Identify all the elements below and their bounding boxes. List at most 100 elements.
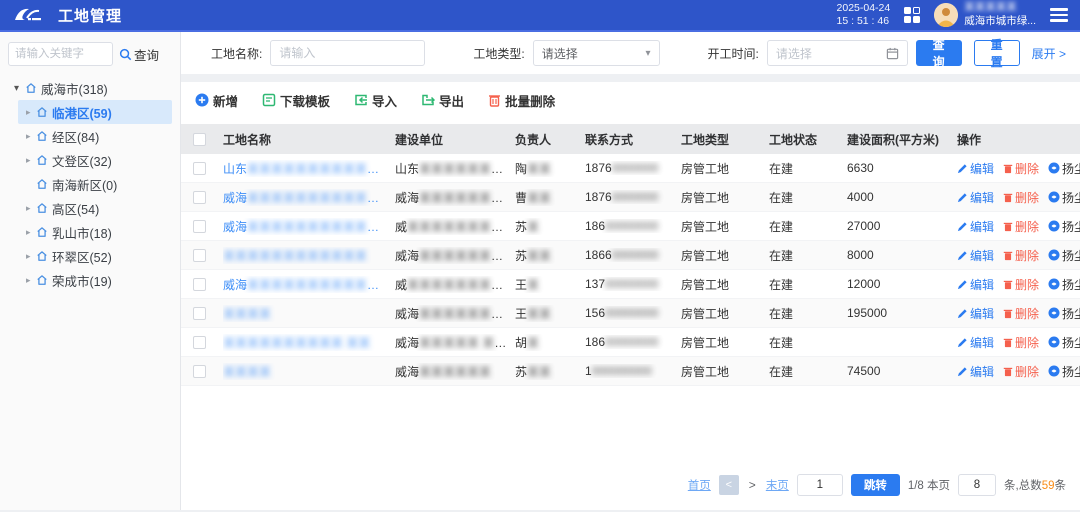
dust-button[interactable]: 扬尘 [1048,305,1080,322]
tree-node[interactable]: 威海市(318) [8,76,172,100]
site-name-link[interactable]: 威海某某某某某某某某某某某某某某 [223,276,395,293]
page-number-input[interactable] [797,474,843,496]
dust-button[interactable]: 扬尘 [1048,276,1080,293]
tree-node[interactable]: 文登区(32) [18,148,172,172]
delete-button[interactable]: 删除 [1003,189,1039,206]
row-checkbox[interactable] [193,365,206,378]
row-checkbox[interactable] [193,278,206,291]
prev-page-button[interactable]: < [719,475,739,495]
status-cell: 在建 [769,363,847,380]
status-cell: 在建 [769,276,847,293]
first-page-link[interactable]: 首页 [688,477,711,493]
calendar-icon [886,47,899,60]
table-row: 威海某某某某某某某某某某某某某某 威海某某某某某某某某有限公司 曹某某 1876… [181,183,1080,212]
area-cell: 6630 [847,161,957,175]
edit-button[interactable]: 编辑 [957,305,994,322]
build-unit-cell: 威海某某某某某 某某某 [395,334,515,351]
dust-button[interactable]: 扬尘 [1048,363,1080,380]
type-cell: 房管工地 [681,189,769,206]
phone-cell: 18600000000 [585,335,681,349]
expand-filters-link[interactable]: 展开 > [1032,45,1066,62]
current-date: 2025-04-24 [837,2,891,15]
edit-button[interactable]: 编辑 [957,218,994,235]
current-time: 15 : 51 : 46 [837,15,891,28]
tree-node[interactable]: 经区(84) [18,124,172,148]
table-row: 某某某某某某某某某某某某 威海某某某某某某某某工程 苏某某 1866000000… [181,241,1080,270]
dust-button[interactable]: 扬尘 [1048,334,1080,351]
edit-button[interactable]: 编辑 [957,160,994,177]
site-name-link[interactable]: 威海某某某某某某某某某某某某某 [223,218,395,235]
row-checkbox[interactable] [193,191,206,204]
filter-search-button[interactable]: 查询 [916,40,962,66]
dust-button[interactable]: 扬尘 [1048,189,1080,206]
site-name-link[interactable]: 某某某某某某某某某某某某 [223,247,395,264]
dust-button[interactable]: 扬尘 [1048,247,1080,264]
tree-node[interactable]: 环翠区(52) [18,244,172,268]
row-checkbox[interactable] [193,220,206,233]
row-checkbox[interactable] [193,162,206,175]
add-button[interactable]: 新增 [195,91,238,110]
avatar[interactable] [934,3,958,27]
user-info[interactable]: 某某某某某 威海市城市绿... [964,1,1036,28]
site-name-link[interactable]: 某某某某某某某某某某 某某 [223,334,395,351]
site-name-link[interactable]: 某某某某 [223,305,395,322]
last-page-link[interactable]: 末页 [766,477,789,493]
delete-button[interactable]: 删除 [1003,160,1039,177]
delete-button[interactable]: 删除 [1003,334,1039,351]
delete-button[interactable]: 删除 [1003,218,1039,235]
download-template-button[interactable]: 下载模板 [262,91,330,110]
next-page-button[interactable]: > [747,478,758,492]
row-checkbox[interactable] [193,249,206,262]
import-button[interactable]: 导入 [354,91,397,110]
apps-grid-icon[interactable] [904,7,920,23]
row-checkbox[interactable] [193,336,206,349]
edit-button[interactable]: 编辑 [957,363,994,380]
site-type-select[interactable]: 请选择 ▾ [533,40,660,66]
site-name-link[interactable]: 山东某某某某某某某某某某某某工程 [223,160,395,177]
row-checkbox[interactable] [193,307,206,320]
table-row: 某某某某 威海某某某某某某某公司 王某某 15600000000 房管工地 在建… [181,299,1080,328]
dust-button[interactable]: 扬尘 [1048,218,1080,235]
menu-hamburger-icon[interactable] [1050,8,1068,21]
page-size-input[interactable] [958,474,996,496]
edit-button[interactable]: 编辑 [957,276,994,293]
status-cell: 在建 [769,189,847,206]
tree-node[interactable]: 高区(54) [18,196,172,220]
site-name-input[interactable] [270,40,425,66]
delete-button[interactable]: 删除 [1003,247,1039,264]
export-button[interactable]: 导出 [421,91,464,110]
type-cell: 房管工地 [681,363,769,380]
tree-node-label: 环翠区(52) [52,247,112,266]
tree-node[interactable]: 南海新区(0) [18,172,172,196]
sidebar-search-button[interactable]: 查询 [119,45,159,64]
site-name-link[interactable]: 某某某某 [223,363,395,380]
batch-delete-button[interactable]: 批量删除 [488,91,555,110]
tree-node[interactable]: 荣成市(19) [18,268,172,292]
delete-button[interactable]: 删除 [1003,363,1039,380]
dust-button[interactable]: 扬尘 [1048,160,1080,177]
trash-icon [1003,163,1013,174]
tree-node[interactable]: 临港区(59) [18,100,172,124]
edit-button[interactable]: 编辑 [957,247,994,264]
start-date-label: 开工时间: [708,45,759,62]
status-cell: 在建 [769,305,847,322]
import-icon [354,93,368,107]
home-icon [36,130,48,142]
area-cell: 8000 [847,248,957,262]
jump-button[interactable]: 跳转 [851,474,900,496]
table-row: 某某某某 威海某某某某某某 苏某某 1000000000 房管工地 在建 745… [181,357,1080,386]
site-name-link[interactable]: 威海某某某某某某某某某某某某某某 [223,189,395,206]
start-date-picker[interactable]: 请选择 [767,40,908,66]
pencil-icon [957,337,968,348]
select-all-checkbox[interactable] [193,133,206,146]
edit-button[interactable]: 编辑 [957,334,994,351]
delete-button[interactable]: 删除 [1003,305,1039,322]
pencil-icon [957,250,968,261]
tree-node[interactable]: 乳山市(18) [18,220,172,244]
keyword-search-input[interactable] [8,42,113,66]
filter-reset-button[interactable]: 重置 [974,40,1020,66]
delete-button[interactable]: 删除 [1003,276,1039,293]
build-unit-cell: 威海某某某某某某某某工程 [395,247,515,264]
app-logo-icon [12,5,46,25]
edit-button[interactable]: 编辑 [957,189,994,206]
